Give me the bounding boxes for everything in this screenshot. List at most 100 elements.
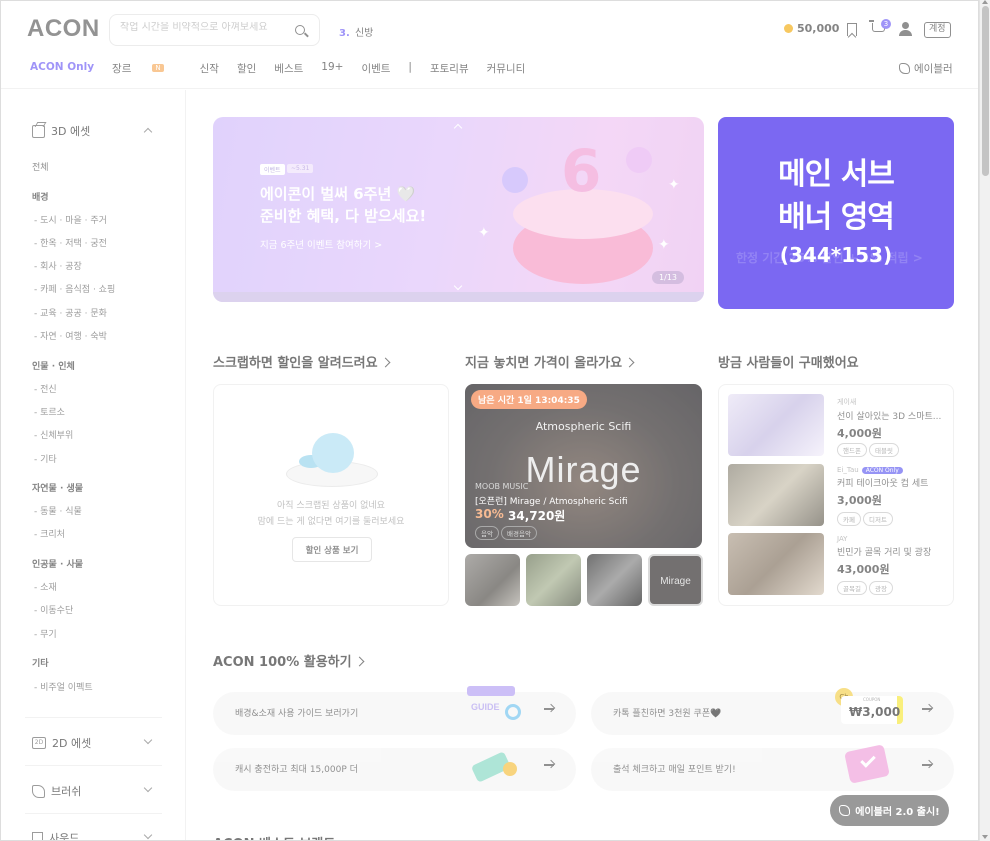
search-icon[interactable] — [295, 25, 305, 35]
nav-new[interactable]: 신작 — [200, 61, 219, 76]
brand-section-title[interactable]: ACON 베스트 브랜드 — [213, 833, 335, 840]
sub-banner-placeholder[interactable]: 한정 기간 25% 할인 + 1% 적립 > 메인 서브 배너 영역 (344*… — [718, 117, 954, 309]
recent-item-image[interactable] — [728, 533, 824, 595]
sidebar-group-title[interactable]: 기타 — [32, 656, 49, 669]
nav-photo-review[interactable]: 포토리뷰 — [430, 61, 469, 76]
sidebar-group-title[interactable]: 인물 · 인체 — [32, 359, 75, 372]
empty-message-line2: 맘에 드는 게 없다면 여기를 둘러보세요 — [257, 517, 405, 527]
chevron-down-icon[interactable] — [143, 735, 153, 745]
cake-number: 6 — [561, 137, 602, 205]
page-scrollbar[interactable] — [979, 0, 990, 841]
nav-sale[interactable]: 할인 — [237, 61, 256, 76]
sidebar-sub-label: 교육 · 공공 · 문화 — [40, 309, 107, 319]
category-brush[interactable]: 브러쉬 — [32, 783, 81, 799]
bookmark-icon[interactable] — [847, 23, 857, 36]
sparkle-icon: ✦ — [668, 177, 680, 193]
editor-launch-button[interactable]: 에이블러 2.0 출시! — [830, 795, 949, 826]
sidebar-divider — [25, 813, 162, 814]
kakao-coupon-link[interactable]: 카톡 플친하면 3천원 쿠폰🖤 Ch COUPON ₩3,000 — [591, 688, 954, 735]
recent-item-info[interactable]: 게이새 선이 살아있는 3D 스마트... 4,000원 — [837, 397, 941, 441]
acon-logo[interactable]: ACON — [27, 15, 100, 43]
recent-tag-chip[interactable]: 카페 — [837, 512, 861, 526]
recent-tag-chip[interactable]: 핸드폰 — [837, 443, 867, 457]
recent-tag-chip[interactable]: 태블릿 — [869, 443, 899, 457]
sidebar-group-title[interactable]: 배경 — [32, 190, 49, 203]
search-bar[interactable] — [109, 14, 320, 46]
sidebar-item-all[interactable]: 전체 — [32, 160, 49, 173]
utilize-section-title[interactable]: ACON 100% 활용하기 — [213, 651, 365, 670]
recent-seller: JAY — [837, 535, 848, 543]
editor-link[interactable]: 에이블러 — [899, 61, 953, 76]
sidebar-sub-item[interactable]: - 회사 · 공장 — [34, 259, 82, 272]
recent-item-info[interactable]: JAY 빈민가 골목 거리 및 광장 43,000원 — [837, 535, 931, 577]
carousel-up-icon[interactable] — [453, 123, 463, 133]
balloon-heart-icon — [626, 147, 652, 173]
deal-tag-chip[interactable]: 음악 — [475, 526, 499, 540]
deal-thumbnail-selected[interactable]: Mirage — [648, 554, 703, 606]
view-sale-button[interactable]: 할인 상품 보기 — [292, 537, 372, 562]
sidebar-sub-item[interactable]: - 신체부위 — [34, 428, 73, 441]
scrap-section-title[interactable]: 스크랩하면 할인을 알려드려요 — [213, 352, 390, 371]
points-display[interactable]: 50,000 — [784, 22, 839, 35]
sidebar-sub-item[interactable]: - 소재 — [34, 580, 57, 593]
category-2d-asset[interactable]: 2D 2D 에셋 — [32, 735, 91, 751]
sidebar-sub-item[interactable]: - 카페 · 음식점 · 쇼핑 — [34, 282, 115, 295]
recent-item-image[interactable] — [728, 394, 824, 456]
guide-link[interactable]: 배경&소재 사용 가이드 보러가기 GUIDE — [213, 686, 576, 735]
recent-tag-chip[interactable]: 골목길 — [837, 581, 867, 595]
main-banner[interactable]: 이벤트 ~5.31 에이콘이 벌써 6주년 🤍 준비한 혜택, 다 받으세요! … — [213, 117, 704, 302]
deal-tag-chip[interactable]: 배경음악 — [501, 526, 537, 540]
nav-community[interactable]: 커뮤니티 — [487, 61, 526, 76]
attendance-link[interactable]: 출석 체크하고 매일 포인트 받기! — [591, 744, 954, 791]
chevron-down-icon[interactable] — [143, 783, 153, 793]
sidebar-group-title[interactable]: 자연물 · 생물 — [32, 481, 83, 494]
user-icon[interactable] — [899, 22, 912, 36]
banner-cta[interactable]: 지금 6주년 이벤트 참여하기 > — [260, 237, 382, 251]
deal-section-title[interactable]: 지금 놓치면 가격이 올라가요 — [465, 352, 635, 371]
deal-thumbnail[interactable] — [587, 554, 642, 606]
sidebar-sub-item[interactable]: - 토르소 — [34, 405, 65, 418]
sidebar-sub-label: 전신 — [40, 385, 57, 395]
category-3d-asset[interactable]: 3D 에셋 — [32, 123, 90, 139]
deal-featured-product[interactable]: 남은 시간 1일 13:04:35 Atmospheric Scifi Mira… — [465, 384, 702, 548]
coupon-illustration: Ch COUPON ₩3,000 — [835, 688, 907, 728]
sidebar-sub-item[interactable]: - 한옥 · 저택 · 궁전 — [34, 236, 107, 249]
scroll-up-icon[interactable] — [982, 0, 988, 4]
nav-best[interactable]: 베스트 — [274, 61, 303, 76]
deal-thumbnail[interactable] — [465, 554, 520, 606]
sidebar-sub-item[interactable]: - 자연 · 여행 · 숙박 — [34, 329, 107, 342]
recent-tag-chip[interactable]: 광장 — [869, 581, 893, 595]
sidebar-sub-item[interactable]: - 무기 — [34, 627, 57, 640]
carousel-down-icon[interactable] — [453, 281, 463, 291]
chevron-down-icon[interactable] — [143, 830, 153, 840]
nav-event[interactable]: 이벤트 — [361, 61, 390, 76]
sidebar-sub-label: 무기 — [40, 630, 57, 640]
search-input[interactable] — [120, 22, 290, 33]
chevron-up-icon[interactable] — [143, 127, 153, 137]
recent-item-image[interactable] — [728, 464, 824, 526]
sidebar-group-title[interactable]: 인공물 · 사물 — [32, 557, 83, 570]
deal-thumbnail[interactable] — [526, 554, 581, 606]
trending-keyword[interactable]: 3. 신방 — [339, 24, 373, 39]
sidebar-sub-label: 한옥 · 저택 · 궁전 — [40, 239, 107, 249]
arrow-right-icon — [544, 764, 554, 766]
sidebar-sub-item[interactable]: - 교육 · 공공 · 문화 — [34, 306, 107, 319]
sidebar-sub-item[interactable]: - 크리처 — [34, 527, 65, 540]
sidebar-sub-item[interactable]: - 비주얼 이펙트 — [34, 680, 93, 693]
sidebar-sub-item[interactable]: - 이동수단 — [34, 603, 73, 616]
category-sound[interactable]: 사운드 — [32, 830, 79, 840]
recent-tag-chip[interactable]: 디저트 — [863, 512, 893, 526]
sidebar-sub-item[interactable]: - 전신 — [34, 382, 57, 395]
scroll-down-icon[interactable] — [982, 835, 988, 839]
scrollbar-thumb[interactable] — [982, 6, 989, 176]
sidebar-sub-item[interactable]: - 기타 — [34, 452, 57, 465]
cash-charge-link[interactable]: 캐시 충전하고 최대 15,000P 더 — [213, 748, 576, 791]
nav-genre[interactable]: 장르 N — [112, 61, 182, 76]
sidebar-sub-item[interactable]: - 도시 · 마을 · 주거 — [34, 213, 107, 226]
editor-label: 에이블러 — [914, 63, 953, 75]
nav-acon-only[interactable]: ACON Only — [30, 61, 94, 76]
nav-adult[interactable]: 19+ — [321, 61, 343, 76]
sidebar-sub-item[interactable]: - 동물 · 식물 — [34, 504, 82, 517]
account-button[interactable]: 계정 — [924, 22, 951, 38]
recent-item-info[interactable]: Ei_Tau ACON Only 커피 테이크아웃 컵 세트 3,000원 — [837, 466, 928, 508]
